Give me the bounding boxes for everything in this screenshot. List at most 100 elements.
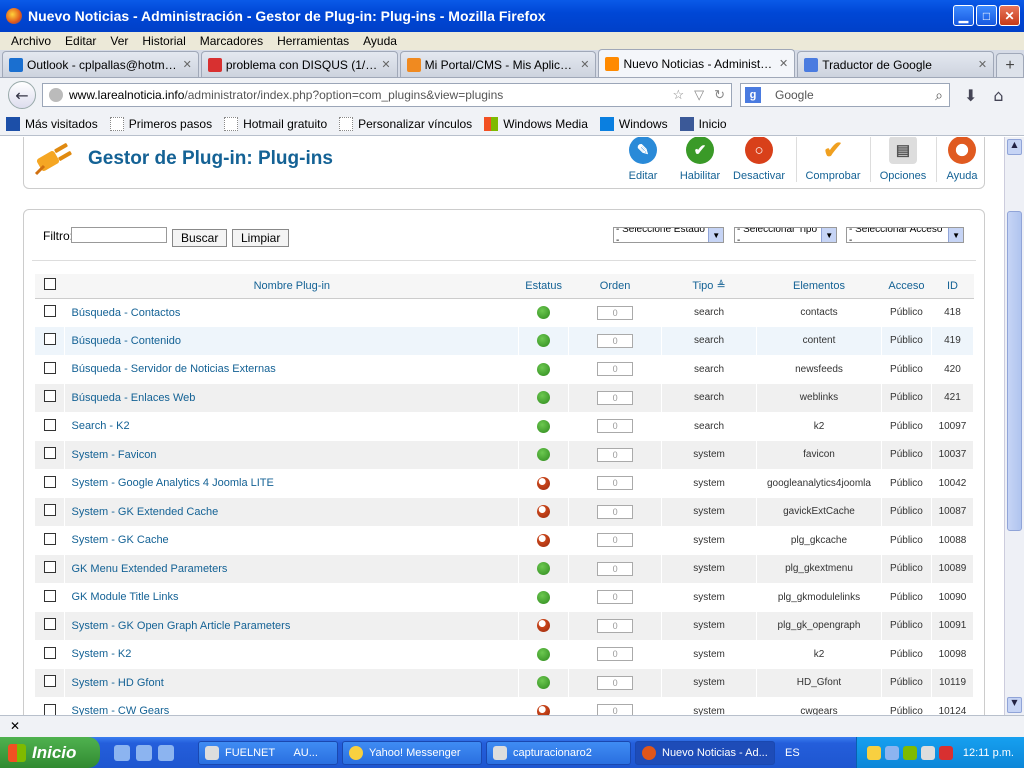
order-input[interactable]: 0 [597,333,634,348]
table-row[interactable]: System - GK Open Graph Article Parameter… [35,611,975,640]
enabled-icon[interactable] [537,448,551,462]
enabled-icon[interactable] [537,419,551,433]
row-checkbox[interactable] [43,361,56,374]
order-input[interactable]: 0 [597,447,634,462]
row-checkbox[interactable] [43,703,56,715]
dropdown-icon[interactable]: ▽ [694,87,704,103]
enabled-icon[interactable] [537,362,551,376]
disabled-icon[interactable] [537,619,551,633]
plugin-name-link[interactable]: System - CW Gears [64,697,520,715]
order-input[interactable]: 0 [597,675,634,690]
col-orden[interactable]: Orden [568,274,662,299]
bookmark-star-icon[interactable]: ☆ [672,87,684,103]
table-row[interactable]: Búsqueda - Servidor de Noticias Externas… [35,355,975,384]
order-input[interactable]: 0 [597,305,634,320]
col-id[interactable]: ID [931,274,974,299]
table-row[interactable]: Search - K2 0 search k2 Público 10097 [35,412,975,441]
col-acceso[interactable]: Acceso [881,274,932,299]
close-tab-icon[interactable]: ✕ [580,58,589,71]
disabled-icon[interactable] [537,704,551,715]
col-nombre[interactable]: Nombre Plug-in [64,274,519,299]
enabled-icon[interactable] [537,647,551,661]
order-input[interactable]: 0 [597,590,634,605]
plugin-name-link[interactable]: System - Google Analytics 4 Joomla LITE [64,469,520,498]
menu-archivo[interactable]: Archivo [11,34,51,48]
plugin-name-link[interactable]: System - GK Open Graph Article Parameter… [64,611,520,640]
buscar-button[interactable]: Buscar [172,229,228,247]
order-input[interactable]: 0 [597,561,634,576]
row-checkbox[interactable] [43,646,56,659]
plugin-name-link[interactable]: Search - K2 [64,412,520,441]
task-capturacionaro2[interactable]: capturacionaro2 [486,740,631,765]
task-fuelnet[interactable]: FUELNET AU... [198,740,338,765]
col-tipo[interactable]: Tipo ≜ [661,274,757,299]
tab-nuevo-noticias[interactable]: Nuevo Noticias - Administració...✕ [598,49,796,77]
disabled-icon[interactable] [537,505,551,519]
editar-button[interactable]: ✎ Editar [614,137,672,186]
col-estatus[interactable]: Estatus [518,274,569,299]
table-row[interactable]: System - CW Gears 0 system cwgears Público 10… [35,697,975,715]
download-icon[interactable]: ⬇ [964,86,977,105]
menu-historial[interactable]: Historial [142,34,185,48]
row-checkbox[interactable] [43,675,56,688]
start-button[interactable]: Inicio [0,737,100,768]
search-icon[interactable]: ⌕ [935,87,943,104]
filter-input[interactable] [71,227,167,243]
close-tab-icon[interactable]: ✕ [978,58,987,71]
limpiar-button[interactable]: Limpiar [232,229,290,247]
menu-editar[interactable]: Editar [65,34,96,48]
table-row[interactable]: GK Module Title Links 0 system plg_gkmodule… [35,583,975,612]
task-firefox[interactable]: Nuevo Noticias - Ad... [635,740,775,765]
scroll-down-icon[interactable]: ▼ [1007,697,1022,713]
order-input[interactable]: 0 [597,504,634,519]
order-input[interactable]: 0 [597,704,634,715]
menu-herramientas[interactable]: Herramientas [277,34,349,48]
minimize-button[interactable]: ▁ [953,5,974,26]
scroll-up-icon[interactable]: ▲ [1007,139,1022,155]
select-tipo[interactable]: - Seleccionar Tipo - ▼ [734,227,837,243]
disabled-icon[interactable] [537,533,551,547]
row-checkbox[interactable] [43,305,56,317]
select-estado[interactable]: - Seleccione Estado - ▼ [613,227,724,243]
bookmark-primeros-pasos[interactable]: Primeros pasos [109,116,212,131]
table-row[interactable]: System - HD Gfont 0 system HD_Gfont Público 1… [35,668,975,697]
select-all-checkbox[interactable] [43,278,56,291]
row-checkbox[interactable] [43,618,56,631]
enabled-icon[interactable] [537,590,551,604]
tab-outlook[interactable]: Outlook - cplpallas@hotmail.c...✕ [2,51,199,77]
messenger-icon[interactable] [866,745,881,760]
table-row[interactable]: System - GK Cache 0 system plg_gkcache Públi… [35,526,975,555]
plugin-name-link[interactable]: System - K2 [64,640,520,669]
table-row[interactable]: Búsqueda - Contactos 0 search contacts Públi… [35,298,975,327]
new-tab-button[interactable]: + [996,53,1024,77]
ayuda-button[interactable]: Ayuda [933,137,991,186]
opciones-button[interactable]: ▤ Opciones [874,137,932,186]
row-checkbox[interactable] [43,504,56,517]
order-input[interactable]: 0 [597,390,634,405]
bookmark-mas-visitados[interactable]: Más visitados [6,116,98,131]
network-icon[interactable] [884,745,899,760]
plugin-name-link[interactable]: System - Favicon [64,440,520,469]
row-checkbox[interactable] [43,532,56,545]
volume-icon[interactable] [920,745,935,760]
plugin-name-link[interactable]: System - GK Cache [64,526,520,555]
bookmark-inicio[interactable]: Inicio [679,116,727,131]
app-icon[interactable] [158,744,174,761]
close-tab-icon[interactable]: ✕ [381,58,390,71]
home-icon[interactable]: ⌂ [993,86,1003,105]
table-row[interactable]: Búsqueda - Contenido 0 search content Públic… [35,326,975,355]
row-checkbox[interactable] [43,589,56,602]
enabled-icon[interactable] [537,306,551,319]
maximize-button[interactable]: □ [976,5,997,26]
vertical-scrollbar[interactable]: ▲ ▼ [1004,137,1024,715]
order-input[interactable]: 0 [597,419,634,434]
close-window-button[interactable]: ✕ [999,5,1020,26]
enabled-icon[interactable] [537,676,551,690]
menu-marcadores[interactable]: Marcadores [200,34,263,48]
desactivar-button[interactable]: ○ Desactivar [730,137,788,186]
enabled-icon[interactable] [537,334,551,348]
plugin-name-link[interactable]: Búsqueda - Enlaces Web [64,383,520,412]
table-row[interactable]: System - Favicon 0 system favicon Público 100… [35,440,975,469]
scrollbar-thumb[interactable] [1007,211,1022,531]
plugin-name-link[interactable]: GK Menu Extended Parameters [64,554,520,583]
